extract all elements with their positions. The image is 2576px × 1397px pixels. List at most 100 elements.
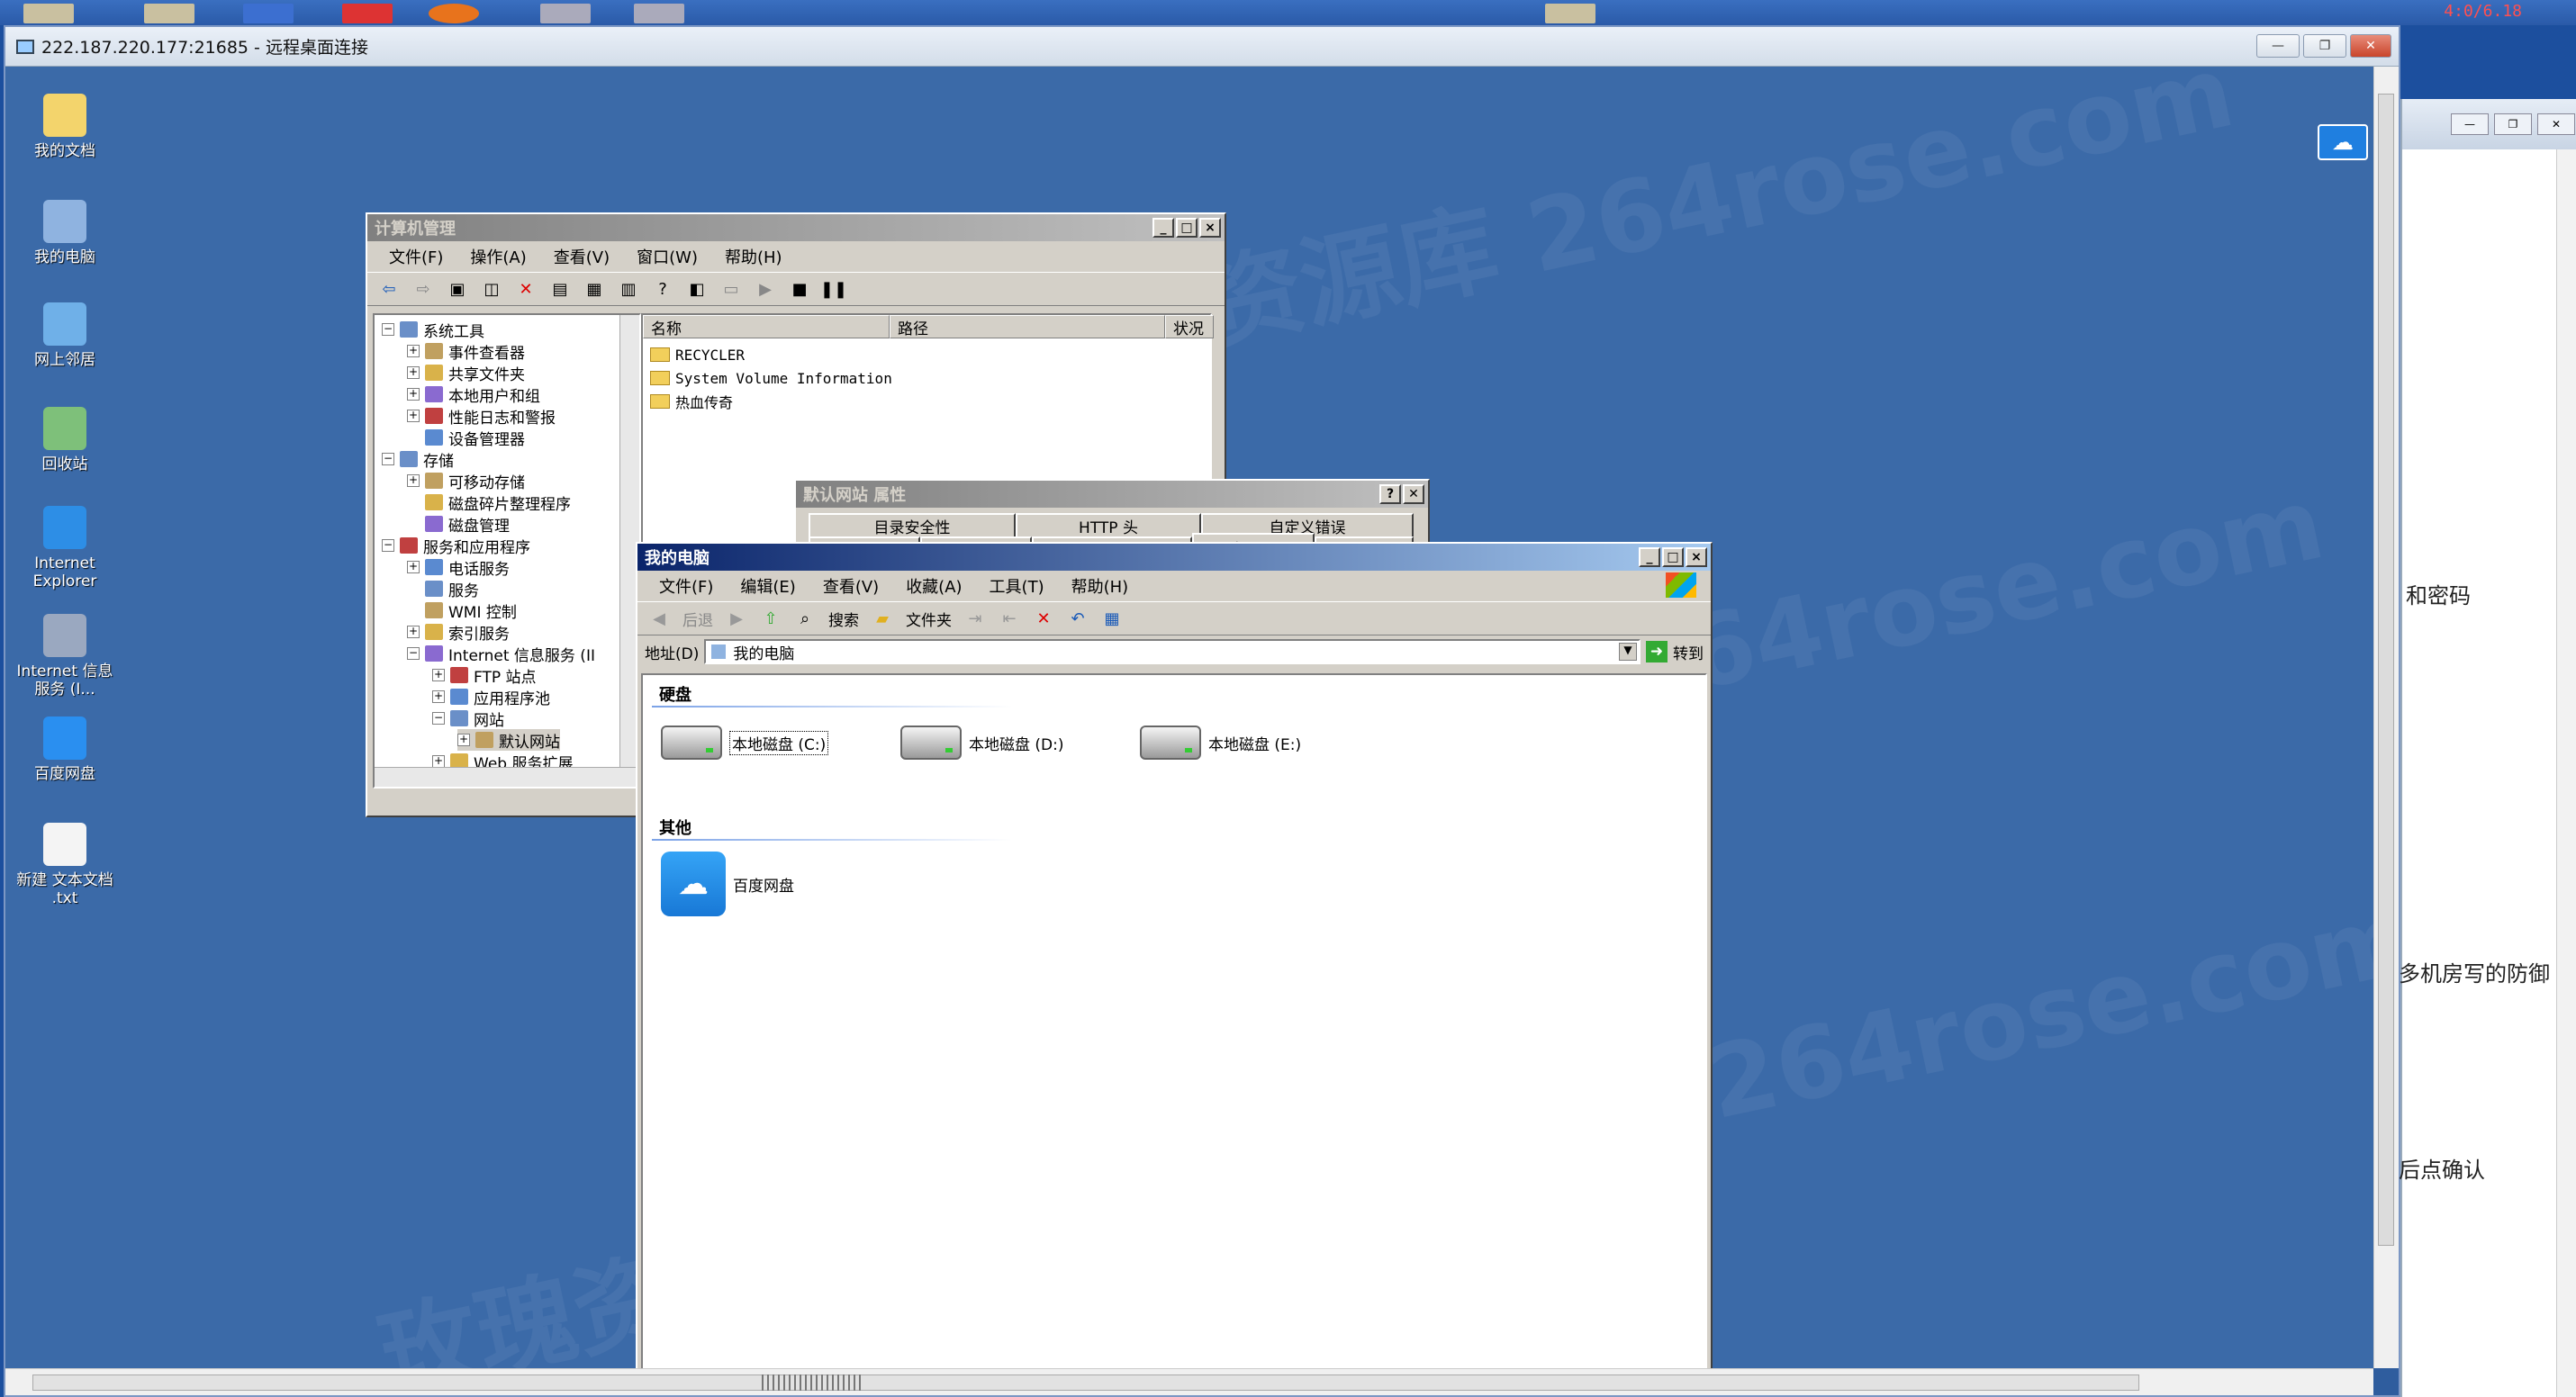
collapse-icon[interactable]: −: [432, 712, 445, 725]
views-icon[interactable]: ▦: [1101, 608, 1123, 629]
props-title-bar[interactable]: 默认网站 属性 ? ✕: [796, 481, 1428, 508]
host-app-icon[interactable]: [429, 4, 479, 23]
go-arrow-icon[interactable]: ➜: [1646, 641, 1668, 662]
expand-icon[interactable]: +: [407, 410, 420, 422]
copy-to-icon[interactable]: ⇤: [999, 608, 1020, 629]
cm-menu-view[interactable]: 查看(V): [554, 245, 610, 268]
play-icon[interactable]: ▶: [755, 278, 776, 300]
refresh-icon[interactable]: ▦: [583, 278, 605, 300]
cm-menu-action[interactable]: 操作(A): [470, 245, 526, 268]
pause-icon[interactable]: ❚❚: [820, 278, 847, 300]
baidu-netdisk-item[interactable]: ☁ 百度网盘: [661, 852, 794, 916]
cm-menu-help[interactable]: 帮助(H): [725, 245, 782, 268]
host-folder-icon[interactable]: [1545, 4, 1595, 23]
tree-item[interactable]: WMI 控制: [407, 599, 517, 622]
rdp-horizontal-scrollbar[interactable]: [5, 1368, 2373, 1395]
computer-icon[interactable]: ▭: [720, 278, 742, 300]
back-button-label[interactable]: 后退: [682, 608, 713, 630]
tree-item[interactable]: + 默认网站: [457, 729, 560, 752]
host-app-icon[interactable]: [243, 4, 294, 23]
mc-maximize-button[interactable]: □: [1662, 547, 1684, 567]
delete-icon[interactable]: ✕: [1033, 608, 1054, 629]
props-help-button[interactable]: ?: [1379, 484, 1401, 504]
rdp-vertical-scrollbar[interactable]: [2373, 67, 2399, 1368]
column-header-name[interactable]: 名称: [643, 315, 890, 338]
folders-icon[interactable]: ▰: [872, 608, 893, 629]
rdp-close-button[interactable]: ✕: [2350, 34, 2391, 58]
back-arrow-icon[interactable]: ⇦: [378, 278, 400, 300]
rdp-title-bar[interactable]: 222.187.220.177:21685 - 远程桌面连接 — ❐ ✕: [5, 27, 2399, 67]
show-tree-icon[interactable]: ◫: [481, 278, 502, 300]
go-button[interactable]: 转到: [1673, 641, 1704, 663]
back-icon[interactable]: ◀: [648, 608, 670, 629]
tab-http-headers[interactable]: HTTP 头: [1016, 513, 1201, 538]
mc-minimize-button[interactable]: _: [1639, 547, 1660, 567]
mc-menu-favorites[interactable]: 收藏(A): [906, 574, 962, 598]
expand-icon[interactable]: +: [407, 388, 420, 401]
drive-c[interactable]: 本地磁盘 (C:): [661, 726, 829, 760]
expand-icon[interactable]: +: [432, 755, 445, 768]
desktop-icon[interactable]: 百度网盘: [11, 717, 119, 783]
props-close-button[interactable]: ✕: [1403, 484, 1424, 504]
expand-icon[interactable]: +: [407, 474, 420, 487]
list-item[interactable]: 热血传奇: [650, 391, 733, 412]
rdp-restore-button[interactable]: ❐: [2303, 34, 2346, 58]
stop-icon[interactable]: ■: [789, 278, 810, 300]
cm-menu-file[interactable]: 文件(F): [389, 245, 443, 268]
list-item[interactable]: System Volume Information: [650, 367, 892, 389]
drive-d[interactable]: 本地磁盘 (D:): [900, 726, 1064, 760]
desktop-icon[interactable]: Internet 信息服务 (I...: [11, 614, 119, 698]
export-icon[interactable]: ▥: [618, 278, 639, 300]
collapse-icon[interactable]: −: [382, 453, 394, 465]
tree-horizontal-scrollbar[interactable]: [375, 767, 639, 787]
host-folder-icon[interactable]: [23, 4, 74, 23]
tree-item[interactable]: 服务: [407, 578, 479, 600]
tree-item[interactable]: − Internet 信息服务 (II: [407, 643, 595, 665]
tree-item[interactable]: + 共享文件夹: [407, 362, 525, 384]
desktop-icon[interactable]: 我的文档: [11, 94, 119, 160]
tree-item[interactable]: 磁盘碎片整理程序: [407, 491, 571, 514]
tree-item[interactable]: − 系统工具: [382, 319, 484, 341]
tree-item[interactable]: + 可移动存储: [407, 470, 525, 492]
expand-icon[interactable]: +: [407, 366, 420, 379]
cm-maximize-button[interactable]: □: [1176, 218, 1198, 238]
host-close-button[interactable]: ✕: [2537, 113, 2575, 135]
rdp-minimize-button[interactable]: —: [2256, 34, 2300, 58]
mc-menu-tools[interactable]: 工具(T): [990, 574, 1044, 598]
tree-item[interactable]: + FTP 站点: [432, 664, 537, 687]
baidu-netdisk-tray-icon[interactable]: ☁: [2318, 124, 2368, 160]
host-minimize-button[interactable]: —: [2451, 113, 2489, 135]
cm-title-bar[interactable]: 计算机管理 _ □ ×: [367, 214, 1225, 241]
expand-icon[interactable]: +: [432, 669, 445, 681]
host-restore-button[interactable]: ❐: [2494, 113, 2532, 135]
desktop-icon[interactable]: 回收站: [11, 407, 119, 473]
cm-minimize-button[interactable]: _: [1152, 218, 1174, 238]
tree-item[interactable]: − 网站: [432, 708, 504, 730]
mc-menu-edit[interactable]: 编辑(E): [740, 574, 795, 598]
tree-item[interactable]: 设备管理器: [407, 427, 525, 449]
forward-icon[interactable]: ▶: [726, 608, 747, 629]
list-item[interactable]: RECYCLER: [650, 344, 745, 365]
host-vertical-scrollbar[interactable]: [2556, 149, 2576, 1397]
tree-item[interactable]: − 存储: [382, 448, 454, 471]
expand-icon[interactable]: +: [407, 345, 420, 357]
mc-menu-view[interactable]: 查看(V): [823, 574, 879, 598]
search-button[interactable]: 搜索: [828, 608, 859, 630]
cm-close-button[interactable]: ×: [1199, 218, 1221, 238]
desktop-icon[interactable]: 网上邻居: [11, 302, 119, 369]
properties-icon[interactable]: ▤: [549, 278, 571, 300]
tree-item[interactable]: 磁盘管理: [407, 513, 510, 536]
desktop-icon[interactable]: 我的电脑: [11, 200, 119, 266]
host-folder-icon[interactable]: [144, 4, 194, 23]
cm-menu-window[interactable]: 窗口(W): [637, 245, 698, 268]
collapse-icon[interactable]: −: [407, 647, 420, 660]
up-icon[interactable]: ⇧: [760, 608, 782, 629]
collapse-icon[interactable]: −: [382, 539, 394, 552]
console-icon[interactable]: ◧: [686, 278, 708, 300]
expand-icon[interactable]: +: [407, 626, 420, 638]
host-app-icon[interactable]: [634, 4, 684, 23]
drive-e[interactable]: 本地磁盘 (E:): [1140, 726, 1301, 760]
forward-arrow-icon[interactable]: ⇨: [412, 278, 434, 300]
expand-icon[interactable]: +: [457, 734, 470, 746]
tree-item[interactable]: + 本地用户和组: [407, 383, 540, 406]
